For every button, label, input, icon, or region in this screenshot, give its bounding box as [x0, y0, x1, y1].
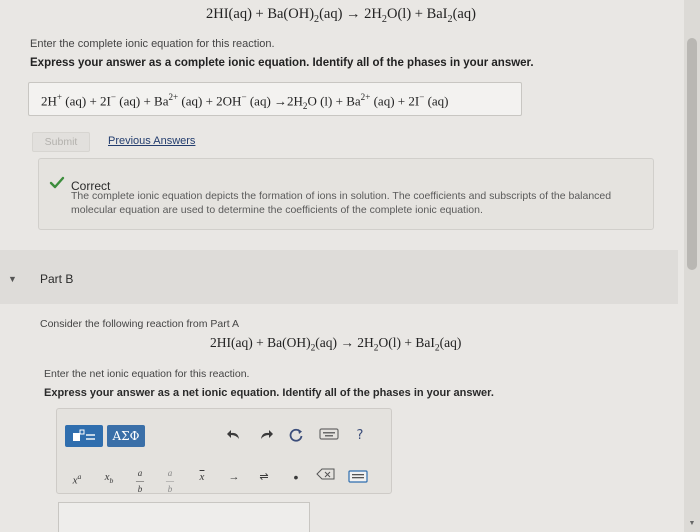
answer-text: 2H+ (aq) + 2I− (aq) + Ba2+ (aq) + 2OH− (… [41, 92, 449, 111]
check-icon [49, 176, 65, 189]
previous-answers-link[interactable]: Previous Answers [108, 135, 195, 147]
scroll-down-icon[interactable]: ▼ [687, 520, 697, 530]
equation-editor: ΑΣΦ ? xa xb a — b a — b x → ⇌ • [56, 408, 392, 494]
virtual-keyboard-button[interactable] [347, 468, 369, 486]
part-b-express: Express your answer as a net ionic equat… [44, 387, 494, 399]
superscript-button[interactable]: xa [67, 468, 87, 487]
subscript-button[interactable]: xb [99, 468, 119, 486]
submit-button[interactable]: Submit [32, 132, 90, 152]
scrollbar[interactable]: ▼ [684, 0, 700, 532]
redo-icon[interactable] [257, 427, 275, 445]
feedback-box: Correct The complete ionic equation depi… [38, 158, 654, 230]
undo-icon[interactable] [225, 427, 243, 445]
arrow-button[interactable]: → [225, 468, 243, 486]
part-b-instruction: Enter the net ionic equation for this re… [44, 368, 250, 380]
templates-icon [73, 429, 95, 441]
dot-button[interactable]: • [287, 468, 305, 486]
keyboard-icon[interactable] [319, 427, 339, 445]
answer-field[interactable]: 2H+ (aq) + 2I− (aq) + Ba2+ (aq) + 2OH− (… [28, 82, 522, 116]
overline-button[interactable]: x [193, 468, 211, 486]
part-b-answer-field[interactable] [58, 502, 310, 532]
help-icon[interactable]: ? [351, 427, 369, 445]
part-b-header[interactable]: ▼ Part B [0, 250, 678, 304]
part-a-instruction: Enter the complete ionic equation for th… [30, 38, 275, 50]
reset-icon[interactable] [287, 427, 305, 445]
part-b-label: Part B [40, 272, 74, 286]
feedback-body: The complete ionic equation depicts the … [71, 190, 612, 216]
backspace-button[interactable] [315, 468, 337, 486]
part-a-equation: 2HI(aq) + Ba(OH)2(aq) → 2H2O(l) + BaI2(a… [206, 6, 476, 25]
fraction-button[interactable]: a — b [131, 468, 149, 494]
scroll-thumb[interactable] [687, 38, 697, 270]
part-a-express: Express your answer as a complete ionic … [30, 57, 534, 69]
fraction-alt-button[interactable]: a — b [161, 468, 179, 494]
equilibrium-button[interactable]: ⇌ [255, 468, 273, 486]
part-b-equation: 2HI(aq) + Ba(OH)2(aq) → 2H2O(l) + BaI2(a… [210, 335, 462, 354]
collapse-caret-icon[interactable]: ▼ [8, 274, 17, 284]
part-b-consider: Consider the following reaction from Par… [40, 318, 240, 330]
symbols-button[interactable]: ΑΣΦ [107, 425, 145, 447]
templates-button[interactable] [65, 425, 103, 447]
